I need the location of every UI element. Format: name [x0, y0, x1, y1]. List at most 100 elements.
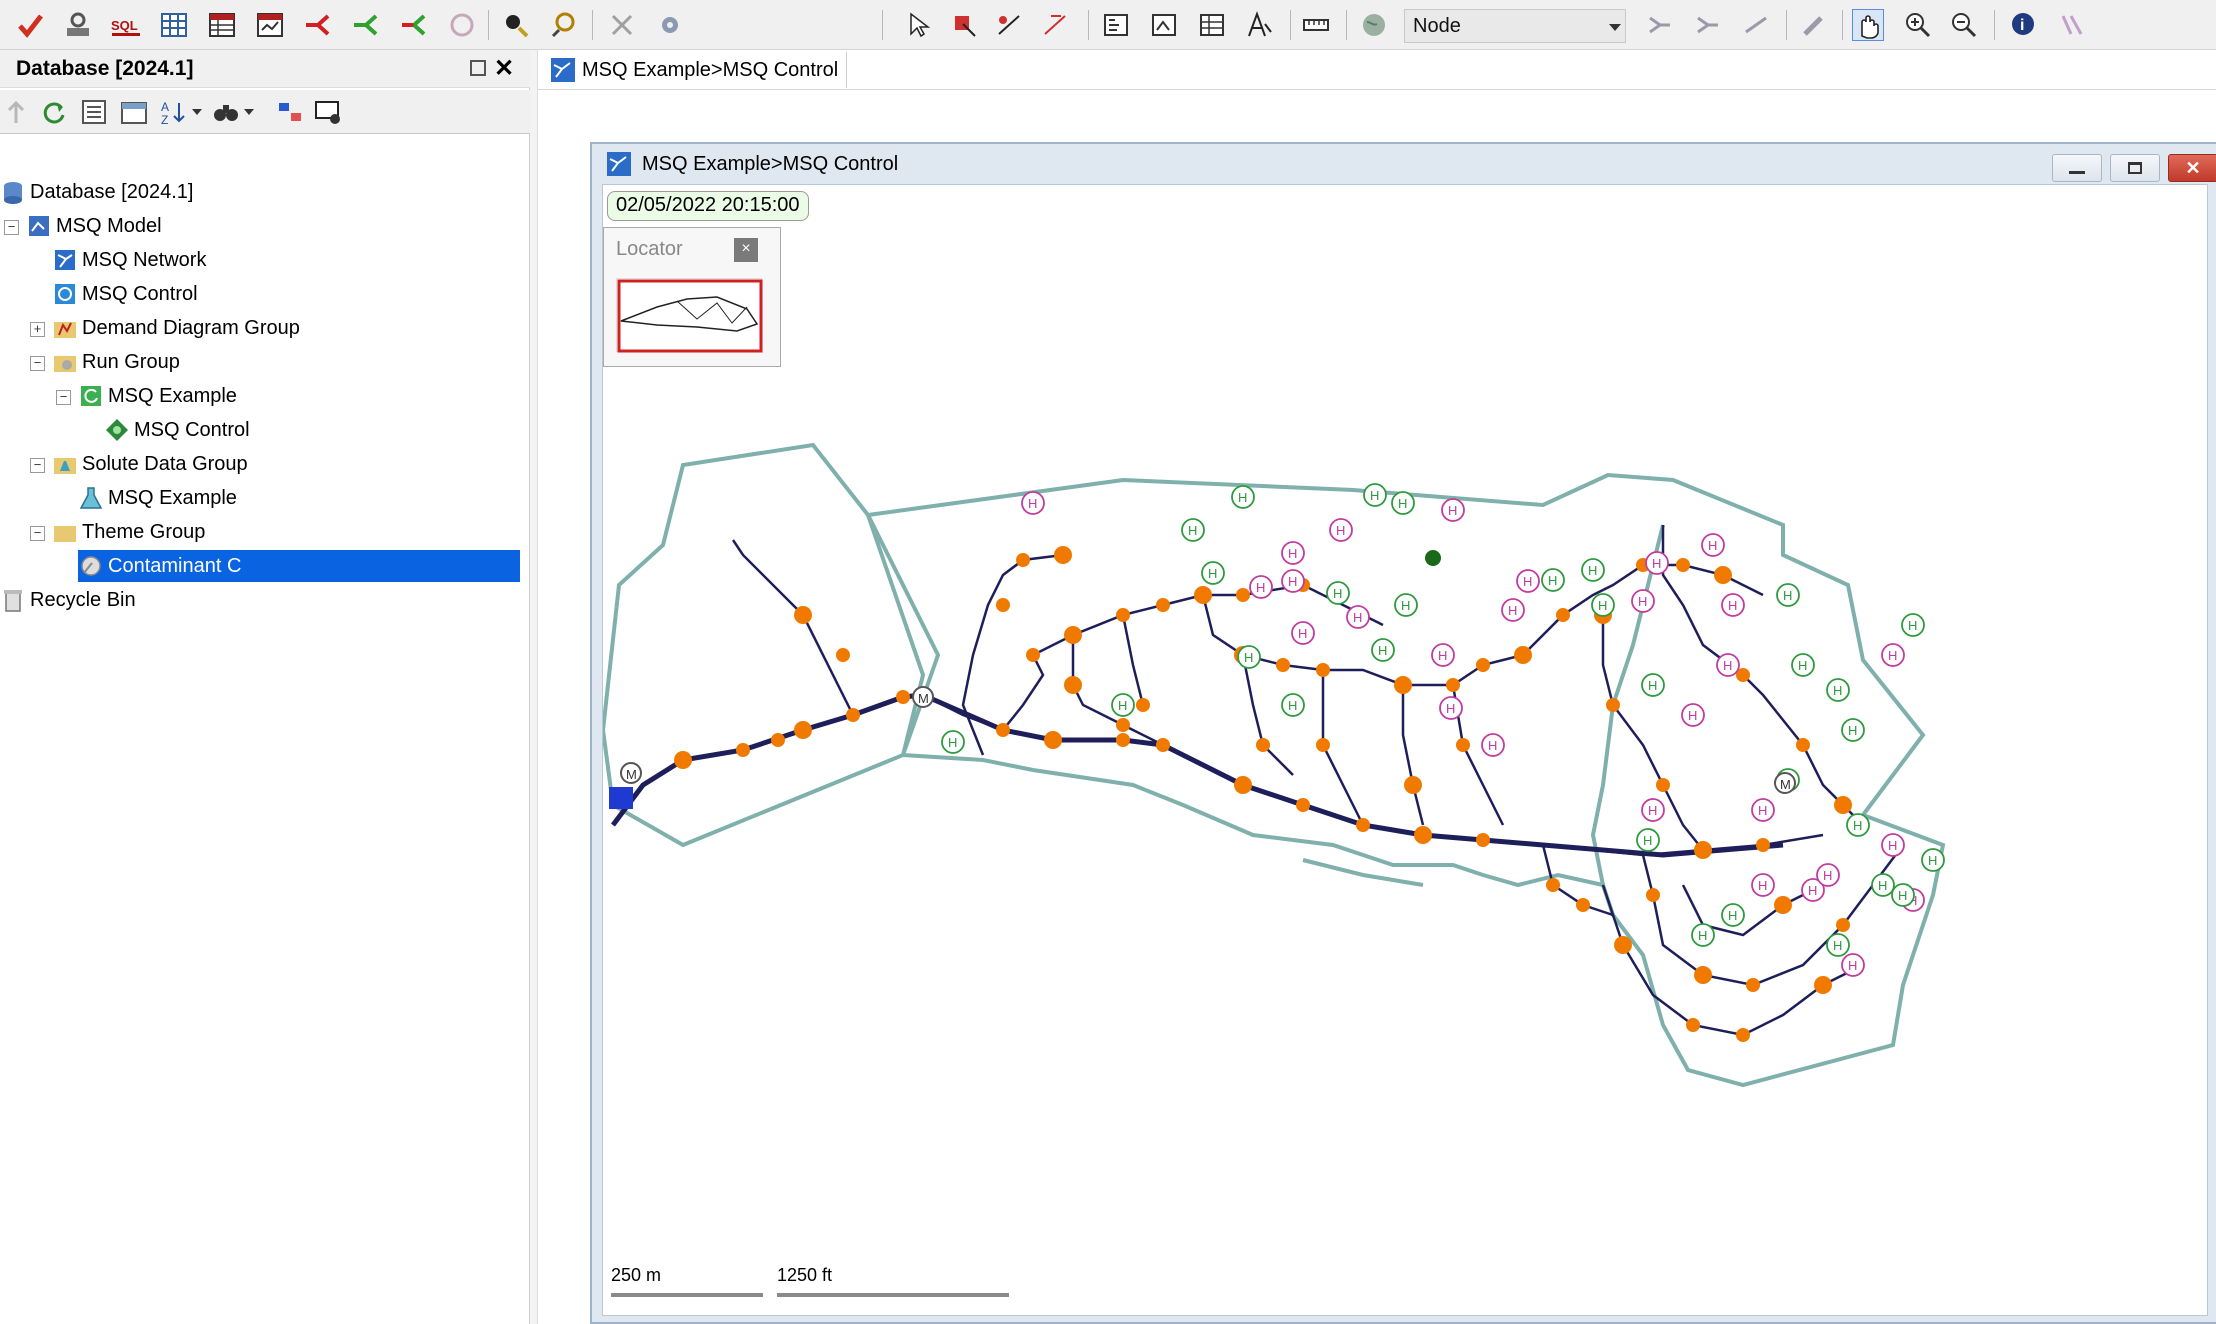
junction-node[interactable]: [1016, 553, 1030, 567]
grid-icon[interactable]: [158, 9, 190, 41]
expand-demand-diagram-group[interactable]: +: [30, 322, 45, 337]
edit-link-icon[interactable]: [994, 9, 1026, 41]
junction-node[interactable]: [1446, 678, 1460, 692]
close-window-button[interactable]: ✕: [2168, 154, 2216, 182]
junction-node[interactable]: [1276, 658, 1290, 672]
up-arrow-icon[interactable]: [0, 96, 32, 128]
tree-item-msq-control-sim[interactable]: MSQ Control: [104, 414, 250, 446]
locate-icon[interactable]: [548, 9, 580, 41]
junction-node[interactable]: [1296, 798, 1310, 812]
junction-node[interactable]: [1476, 833, 1490, 847]
junction-node[interactable]: [1686, 1018, 1700, 1032]
locator-overview[interactable]: [616, 278, 763, 353]
junction-node[interactable]: [794, 721, 812, 739]
junction-node[interactable]: [1404, 776, 1422, 794]
trace-green-icon[interactable]: [350, 9, 382, 41]
junction-node[interactable]: [1746, 978, 1760, 992]
data-sheet-icon[interactable]: [1196, 9, 1228, 41]
junction-node[interactable]: [1156, 738, 1170, 752]
globe-icon[interactable]: [1358, 9, 1390, 41]
tree-item-demand-diagram-group[interactable]: Demand Diagram Group: [52, 312, 300, 344]
junction-node[interactable]: [1736, 1028, 1750, 1042]
junction-node[interactable]: [896, 690, 910, 704]
collapse-msq-example-run[interactable]: −: [56, 390, 71, 405]
tree-item-msq-example-solute[interactable]: MSQ Example: [78, 482, 237, 514]
trace-disabled-icon[interactable]: [446, 9, 478, 41]
junction-node[interactable]: [1316, 738, 1330, 752]
settings-icon[interactable]: [654, 9, 686, 41]
junction-node[interactable]: [1656, 778, 1670, 792]
network-icon[interactable]: [62, 9, 94, 41]
tracer-icon[interactable]: [2056, 9, 2088, 41]
reservoir-icon[interactable]: [609, 787, 633, 809]
junction-node[interactable]: [1456, 738, 1470, 752]
junction-node[interactable]: [1556, 608, 1570, 622]
collapse-solute-data-group[interactable]: −: [30, 458, 45, 473]
tree-item-msq-control[interactable]: MSQ Control: [52, 278, 198, 310]
junction-node[interactable]: [996, 723, 1010, 737]
locator-window[interactable]: Locator ×: [603, 227, 781, 367]
junction-node[interactable]: [794, 606, 812, 624]
info-icon[interactable]: i: [2008, 9, 2040, 41]
maximize-panel-icon[interactable]: [470, 60, 486, 76]
list-view-icon[interactable]: [78, 96, 110, 128]
junction-node[interactable]: [1676, 558, 1690, 572]
junction-node[interactable]: [1054, 546, 1072, 564]
junction-node[interactable]: [1026, 648, 1040, 662]
junction-node[interactable]: [1116, 718, 1130, 732]
edit-node-icon[interactable]: [948, 9, 980, 41]
collapse-msq-model[interactable]: −: [4, 220, 19, 235]
junction-node[interactable]: [736, 743, 750, 757]
refresh-icon[interactable]: [38, 96, 70, 128]
tree-item-database[interactable]: Database [2024.1]: [0, 176, 193, 208]
sort-dropdown-icon[interactable]: [190, 96, 204, 128]
geoplan-map[interactable]: H H H H H H H H H H H H H H H H H H H H H H H H H H H H H H H H H H H H H H H H…: [602, 184, 2208, 1316]
network-map[interactable]: H H H H H H H H H H H H H H H H H H H H H H H H H H H H H H H H H H H H H H H H…: [603, 185, 2208, 1316]
pan-hand-icon[interactable]: [1852, 9, 1884, 41]
restore-button[interactable]: [2110, 154, 2160, 182]
report-icon[interactable]: [254, 9, 286, 41]
locator-close-button[interactable]: ×: [734, 238, 758, 262]
junction-node[interactable]: [1796, 738, 1810, 752]
calendar-icon[interactable]: [118, 96, 150, 128]
junction-node[interactable]: [1836, 918, 1850, 932]
junction-node[interactable]: [1774, 896, 1792, 914]
find-binoculars-icon[interactable]: [210, 96, 242, 128]
collapse-theme-group[interactable]: −: [30, 526, 45, 541]
window-titlebar[interactable]: MSQ Example>MSQ Control ✕: [592, 144, 2216, 184]
select-downstream-icon[interactable]: [1692, 9, 1724, 41]
tree-item-recycle-bin[interactable]: Recycle Bin: [0, 584, 136, 616]
junction-node[interactable]: [1236, 588, 1250, 602]
junction-node[interactable]: [1316, 663, 1330, 677]
junction-node[interactable]: [1646, 888, 1660, 902]
tab-msq-control[interactable]: MSQ Example>MSQ Control: [542, 52, 848, 88]
junction-node[interactable]: [1394, 676, 1412, 694]
junction-node[interactable]: [1234, 776, 1252, 794]
junction-node[interactable]: [1044, 731, 1062, 749]
junction-node[interactable]: [996, 598, 1010, 612]
junction-node[interactable]: [1834, 796, 1852, 814]
select-connected-icon[interactable]: [1740, 9, 1772, 41]
close-panel-icon[interactable]: ✕: [494, 54, 514, 83]
tree-item-contaminant-c[interactable]: Contaminant C: [78, 550, 520, 582]
select-upstream-icon[interactable]: [1644, 9, 1676, 41]
delete-icon[interactable]: [606, 9, 638, 41]
junction-node[interactable]: [1694, 966, 1712, 984]
junction-node[interactable]: [1194, 586, 1212, 604]
object-type-select[interactable]: Node: [1404, 9, 1626, 43]
junction-node[interactable]: [836, 648, 850, 662]
junction-node[interactable]: [674, 751, 692, 769]
junction-node[interactable]: [1756, 838, 1770, 852]
source-node-icon[interactable]: [1425, 550, 1441, 566]
junction-node[interactable]: [1514, 646, 1532, 664]
zoom-in-icon[interactable]: [1902, 9, 1934, 41]
annotate-icon[interactable]: [1244, 9, 1276, 41]
collapse-run-group[interactable]: −: [30, 356, 45, 371]
tree-item-msq-model[interactable]: MSQ Model: [26, 210, 162, 242]
junction-node[interactable]: [1156, 598, 1170, 612]
junction-node[interactable]: [1714, 566, 1732, 584]
trace-red-icon[interactable]: [302, 9, 334, 41]
open-window-icon[interactable]: [312, 96, 344, 128]
minimize-button[interactable]: [2052, 154, 2102, 182]
junction-node[interactable]: [846, 708, 860, 722]
